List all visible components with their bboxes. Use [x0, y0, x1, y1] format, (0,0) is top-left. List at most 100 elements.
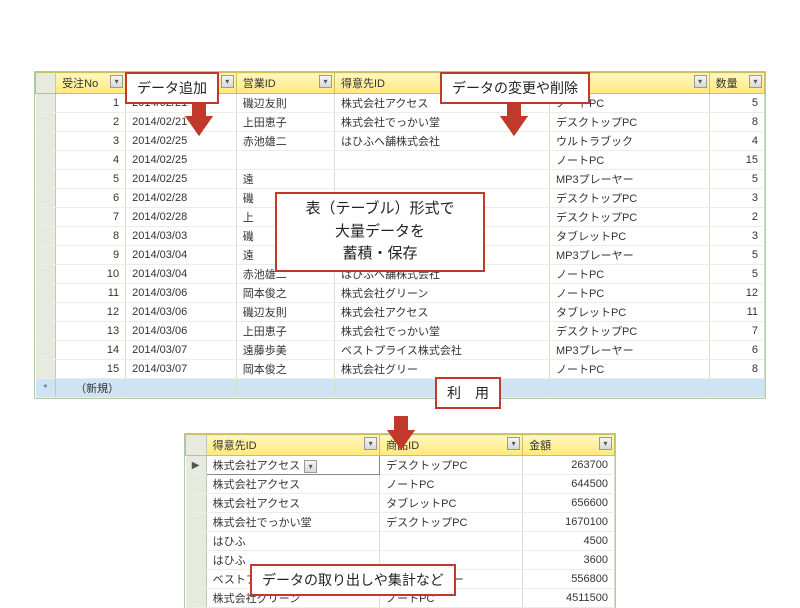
- cell-new-label[interactable]: （新規）: [56, 379, 126, 398]
- cell-qty[interactable]: 7: [709, 322, 764, 341]
- cell-product[interactable]: ウルトラブック: [549, 132, 709, 151]
- cell-amount[interactable]: 1670100: [523, 513, 615, 532]
- cell-order-no[interactable]: 14: [56, 341, 126, 360]
- row-marker[interactable]: [36, 341, 56, 360]
- cell-qty[interactable]: 8: [709, 360, 764, 379]
- table-row[interactable]: はひふ4500: [186, 532, 615, 551]
- cell-qty[interactable]: 15: [709, 151, 764, 170]
- cell-qty[interactable]: 5: [709, 170, 764, 189]
- row-marker[interactable]: [36, 151, 56, 170]
- new-record-row[interactable]: *（新規）: [36, 379, 765, 398]
- col-amount[interactable]: 金額▾: [523, 435, 615, 456]
- filter-dropdown-icon[interactable]: ▾: [364, 437, 377, 450]
- cell-qty[interactable]: 11: [709, 303, 764, 322]
- cell-product[interactable]: デスクトップPC: [380, 513, 523, 532]
- row-marker[interactable]: ▶: [186, 456, 207, 475]
- table-row[interactable]: 42014/02/25 ノートPC15: [36, 151, 765, 170]
- cell-order-no[interactable]: 4: [56, 151, 126, 170]
- cell-order-no[interactable]: 7: [56, 208, 126, 227]
- cell-date[interactable]: 2014/03/03: [126, 227, 237, 246]
- cell-product[interactable]: ノートPC: [549, 265, 709, 284]
- cell-product[interactable]: デスクトップPC: [549, 208, 709, 227]
- cell-date[interactable]: 2014/02/25: [126, 151, 237, 170]
- cell-amount[interactable]: 644500: [523, 475, 615, 494]
- cell-customer[interactable]: 株式会社でっかい堂: [206, 513, 380, 532]
- row-marker[interactable]: [36, 322, 56, 341]
- table-row[interactable]: 22014/02/21上田恵子株式会社でっかい堂デスクトップPC8: [36, 113, 765, 132]
- row-marker[interactable]: [186, 570, 207, 589]
- cell-date[interactable]: 2014/02/21: [126, 113, 237, 132]
- cell-customer[interactable]: 株式会社でっかい堂: [334, 322, 549, 341]
- cell-customer[interactable]: 株式会社アクセス: [206, 475, 380, 494]
- filter-dropdown-icon[interactable]: ▾: [507, 437, 520, 450]
- col-qty[interactable]: 数量▾: [709, 73, 764, 94]
- cell-order-no[interactable]: 10: [56, 265, 126, 284]
- cell-product[interactable]: タブレットPC: [549, 227, 709, 246]
- cell-customer[interactable]: ベストプライス株式会社: [334, 341, 549, 360]
- filter-dropdown-icon[interactable]: ▾: [749, 75, 762, 88]
- row-marker[interactable]: [36, 360, 56, 379]
- cell-amount[interactable]: 4500: [523, 532, 615, 551]
- filter-dropdown-icon[interactable]: ▾: [694, 75, 707, 88]
- cell-date[interactable]: 2014/03/06: [126, 284, 237, 303]
- cell-qty[interactable]: 4: [709, 132, 764, 151]
- cell-date[interactable]: 2014/02/28: [126, 208, 237, 227]
- filter-dropdown-icon[interactable]: ▾: [110, 75, 123, 88]
- cell-qty[interactable]: 5: [709, 265, 764, 284]
- cell-qty[interactable]: 5: [709, 246, 764, 265]
- cell-product[interactable]: MP3プレーヤー: [549, 246, 709, 265]
- col-order-no[interactable]: 受注No▾: [56, 73, 126, 94]
- filter-dropdown-icon[interactable]: ▾: [599, 437, 612, 450]
- row-marker[interactable]: [36, 208, 56, 227]
- cell-sales[interactable]: 赤池雄二: [236, 132, 334, 151]
- cell-order-no[interactable]: 1: [56, 94, 126, 113]
- table-row[interactable]: ▶株式会社アクセス▾デスクトップPC263700: [186, 456, 615, 475]
- row-marker[interactable]: [186, 551, 207, 570]
- cell-sales[interactable]: 遠藤歩美: [236, 341, 334, 360]
- row-marker[interactable]: [36, 303, 56, 322]
- cell-sales[interactable]: 岡本俊之: [236, 284, 334, 303]
- cell-qty[interactable]: 2: [709, 208, 764, 227]
- cell-qty[interactable]: 3: [709, 189, 764, 208]
- table-row[interactable]: 132014/03/06上田恵子株式会社でっかい堂デスクトップPC7: [36, 322, 765, 341]
- row-marker[interactable]: [36, 170, 56, 189]
- row-marker[interactable]: [36, 227, 56, 246]
- cell-sales[interactable]: 上田恵子: [236, 322, 334, 341]
- cell-order-no[interactable]: 13: [56, 322, 126, 341]
- cell-customer[interactable]: [334, 170, 549, 189]
- table-row[interactable]: 株式会社アクセスノートPC644500: [186, 475, 615, 494]
- cell-order-no[interactable]: 6: [56, 189, 126, 208]
- row-marker[interactable]: [36, 265, 56, 284]
- cell-product[interactable]: ノートPC: [549, 151, 709, 170]
- cell-product[interactable]: デスクトップPC: [549, 189, 709, 208]
- row-selector-header[interactable]: [36, 73, 56, 94]
- cell-product[interactable]: デスクトップPC: [380, 456, 523, 475]
- cell-date[interactable]: 2014/03/07: [126, 360, 237, 379]
- cell-product[interactable]: デスクトップPC: [549, 113, 709, 132]
- cell-qty[interactable]: 12: [709, 284, 764, 303]
- cell-date[interactable]: 2014/02/25: [126, 170, 237, 189]
- cell-sales[interactable]: 遠: [236, 170, 334, 189]
- cell-order-no[interactable]: 5: [56, 170, 126, 189]
- cell-amount[interactable]: 263700: [523, 456, 615, 475]
- cell-date[interactable]: 2014/03/04: [126, 246, 237, 265]
- cell-date[interactable]: 2014/03/06: [126, 322, 237, 341]
- row-marker[interactable]: [36, 113, 56, 132]
- cell-sales[interactable]: [236, 151, 334, 170]
- filter-dropdown-icon[interactable]: ▾: [319, 75, 332, 88]
- row-marker[interactable]: [36, 189, 56, 208]
- cell-date[interactable]: 2014/03/07: [126, 341, 237, 360]
- row-marker[interactable]: [186, 494, 207, 513]
- row-marker[interactable]: [186, 532, 207, 551]
- cell-amount[interactable]: 656600: [523, 494, 615, 513]
- cell-order-no[interactable]: 11: [56, 284, 126, 303]
- row-marker[interactable]: [186, 475, 207, 494]
- cell-product[interactable]: ノートPC: [549, 360, 709, 379]
- cell-product[interactable]: [380, 532, 523, 551]
- cell-date[interactable]: 2014/02/28: [126, 189, 237, 208]
- cell-product[interactable]: タブレットPC: [380, 494, 523, 513]
- cell-sales[interactable]: 岡本俊之: [236, 360, 334, 379]
- new-record-icon[interactable]: *: [36, 379, 56, 398]
- row-marker[interactable]: [36, 132, 56, 151]
- filter-dropdown-icon[interactable]: ▾: [221, 75, 234, 88]
